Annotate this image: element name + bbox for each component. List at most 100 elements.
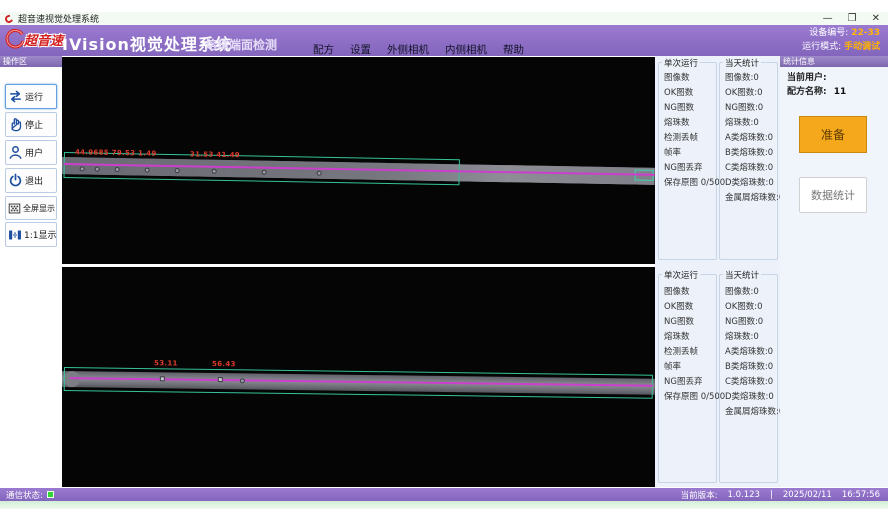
menu-item-outer-camera[interactable]: 外侧相机 — [387, 42, 429, 57]
recipe-name-label: 配方名称: — [787, 87, 827, 97]
outer-camera-viewport[interactable]: 44.9685 79.53 1.49 31.53 41.49 — [62, 57, 655, 264]
one-to-one-button-label: 1:1显示 — [24, 228, 57, 241]
run-button-label: 运行 — [25, 90, 43, 103]
measurement-annotation: 44.9685 79.53 1.49 — [75, 148, 157, 157]
stat-row: OK图数 — [664, 300, 693, 312]
menu-item-settings[interactable]: 设置 — [350, 42, 371, 57]
app-logo-icon — [4, 13, 15, 24]
weld-strip-image: 44.9685 79.53 1.49 31.53 41.49 — [62, 151, 655, 196]
bead-marker — [240, 378, 245, 383]
stop-button-label: 停止 — [25, 118, 43, 131]
stat-row: 保存原图 0/500 — [664, 176, 725, 188]
stat-row: NG图丢弃 — [664, 161, 702, 173]
bead-marker — [145, 168, 150, 173]
inner-camera-viewport[interactable]: 53.11 56.43 — [62, 267, 655, 487]
stat-row: 图像数:0 — [725, 71, 759, 83]
operation-sidebar: 操作区 运行 停止 用户 退出 — [0, 56, 62, 488]
logo-text: 超音速 — [24, 30, 63, 49]
status-time: 16:57:56 — [842, 490, 880, 500]
version-label: 当前版本: — [681, 489, 718, 501]
stat-row: OK图数 — [664, 86, 693, 98]
stat-row: 检测丢帧 — [664, 345, 698, 357]
menu-bar: 配方 设置 外侧相机 内侧相机 帮助 — [313, 42, 524, 57]
stat-row: 帧率 — [664, 146, 681, 158]
stop-hand-icon — [8, 117, 23, 132]
fullscreen-button[interactable]: 全屏显示 — [5, 196, 57, 220]
bead-marker — [317, 171, 322, 176]
app-header: 超音速 IVision视觉处理系统 熔珠端面检测 配方 设置 外侧相机 内侧相机… — [0, 25, 888, 56]
exit-button-label: 退出 — [25, 174, 43, 187]
single-run-groupbox-bottom: 单次运行 图像数 OK图数 NG图数 熔珠数 检测丢帧 帧率 NG图丢弃 保存原… — [658, 274, 717, 483]
current-user-label: 当前用户: — [787, 73, 827, 83]
stat-row: NG图数:0 — [725, 101, 763, 113]
run-button[interactable]: 运行 — [5, 84, 57, 109]
groupbox-title: 当天统计 — [723, 269, 761, 281]
bead-marker — [160, 376, 165, 381]
exit-button[interactable]: 退出 — [5, 168, 57, 193]
menu-item-inner-camera[interactable]: 内侧相机 — [445, 42, 487, 57]
bead-marker — [115, 167, 120, 172]
stat-row: 金属屑熔珠数:0 — [725, 191, 784, 203]
today-groupbox-bottom: 当天统计 图像数:0 OK图数:0 NG图数:0 熔珠数:0 A类熔珠数:0 B… — [719, 274, 778, 483]
menu-item-help[interactable]: 帮助 — [503, 42, 524, 57]
stat-row: OK图数:0 — [725, 86, 763, 98]
today-groupbox-top: 当天统计 图像数:0 OK图数:0 NG图数:0 熔珠数:0 A类熔珠数:0 B… — [719, 62, 778, 260]
weld-strip-image: 53.11 56.43 — [62, 367, 655, 409]
measurement-annotation: 31.53 41.49 — [190, 150, 240, 159]
minimize-button[interactable]: — — [823, 12, 833, 25]
stat-row: NG图丢弃 — [664, 375, 702, 387]
stat-row: 保存原图 0/500 — [664, 390, 725, 402]
stat-row: C类熔珠数:0 — [725, 375, 773, 387]
device-number-label: 设备编号: — [809, 28, 848, 38]
stat-row: 熔珠数:0 — [725, 116, 759, 128]
groupbox-title: 单次运行 — [662, 269, 700, 281]
stat-row: 图像数:0 — [725, 285, 759, 297]
stat-row: NG图数:0 — [725, 315, 763, 327]
bead-marker — [175, 168, 180, 173]
bead-marker — [80, 166, 85, 171]
os-titlebar: 超音速视觉处理系统 — ❐ ✕ — [0, 12, 888, 25]
stat-row: NG图数 — [664, 101, 694, 113]
maximize-button[interactable]: ❐ — [848, 12, 857, 25]
version-value: 1.0.123 — [727, 490, 759, 500]
prepare-button[interactable]: 准备 — [799, 116, 867, 153]
run-mode-label: 运行模式: — [802, 42, 841, 52]
status-date: 2025/02/11 — [783, 490, 832, 500]
stat-row: A类熔珠数:0 — [725, 345, 773, 357]
fullscreen-grid-icon — [8, 202, 21, 215]
stat-row: D类熔珠数:0 — [725, 390, 774, 402]
bead-marker — [218, 377, 223, 382]
logo-swirl-icon — [4, 28, 26, 50]
menu-item-recipe[interactable]: 配方 — [313, 42, 334, 57]
status-bar: 通信状态: 当前版本: 1.0.123 | 2025/02/11 16:57:5… — [0, 488, 888, 501]
info-panel: 统计信息 当前用户: 配方名称: 11 准备 数据统计 — [780, 56, 888, 487]
stop-button[interactable]: 停止 — [5, 112, 57, 137]
device-info: 设备编号: 22-33 运行模式: 手动调试 — [802, 27, 880, 54]
stat-row: B类熔珠数:0 — [725, 146, 773, 158]
close-button[interactable]: ✕ — [872, 12, 880, 25]
fullscreen-button-label: 全屏显示 — [23, 203, 55, 214]
one-to-one-button[interactable]: 1:1显示 — [5, 222, 57, 247]
app-window: 超音速视觉处理系统 — ❐ ✕ 超音速 IVision视觉处理系统 熔珠端面检测… — [0, 0, 888, 522]
bead-marker — [262, 170, 267, 175]
stat-row: C类熔珠数:0 — [725, 161, 773, 173]
desktop-taskbar-strip — [0, 501, 888, 509]
recipe-name-value: 11 — [834, 87, 847, 97]
single-run-groupbox-top: 单次运行 图像数 OK图数 NG图数 熔珠数 检测丢帧 帧率 NG图丢弃 保存原… — [658, 62, 717, 260]
run-arrows-icon — [8, 89, 23, 104]
comm-status-indicator — [47, 491, 54, 498]
user-button[interactable]: 用户 — [5, 140, 57, 165]
run-mode-value: 手动调试 — [844, 42, 880, 52]
stat-row: 检测丢帧 — [664, 131, 698, 143]
stat-row: 金属屑熔珠数:0 — [725, 405, 784, 417]
bead-marker — [212, 169, 217, 174]
app-subtitle: 熔珠端面检测 — [205, 36, 277, 53]
brand-logo: 超音速 — [4, 28, 63, 50]
data-statistics-button[interactable]: 数据统计 — [799, 177, 867, 213]
stat-row: D类熔珠数:0 — [725, 176, 774, 188]
stat-row: 熔珠数 — [664, 116, 690, 128]
groupbox-title: 当天统计 — [723, 57, 761, 69]
stat-row: 熔珠数 — [664, 330, 690, 342]
device-number-value: 22-33 — [851, 28, 880, 38]
power-exit-icon — [8, 173, 23, 188]
